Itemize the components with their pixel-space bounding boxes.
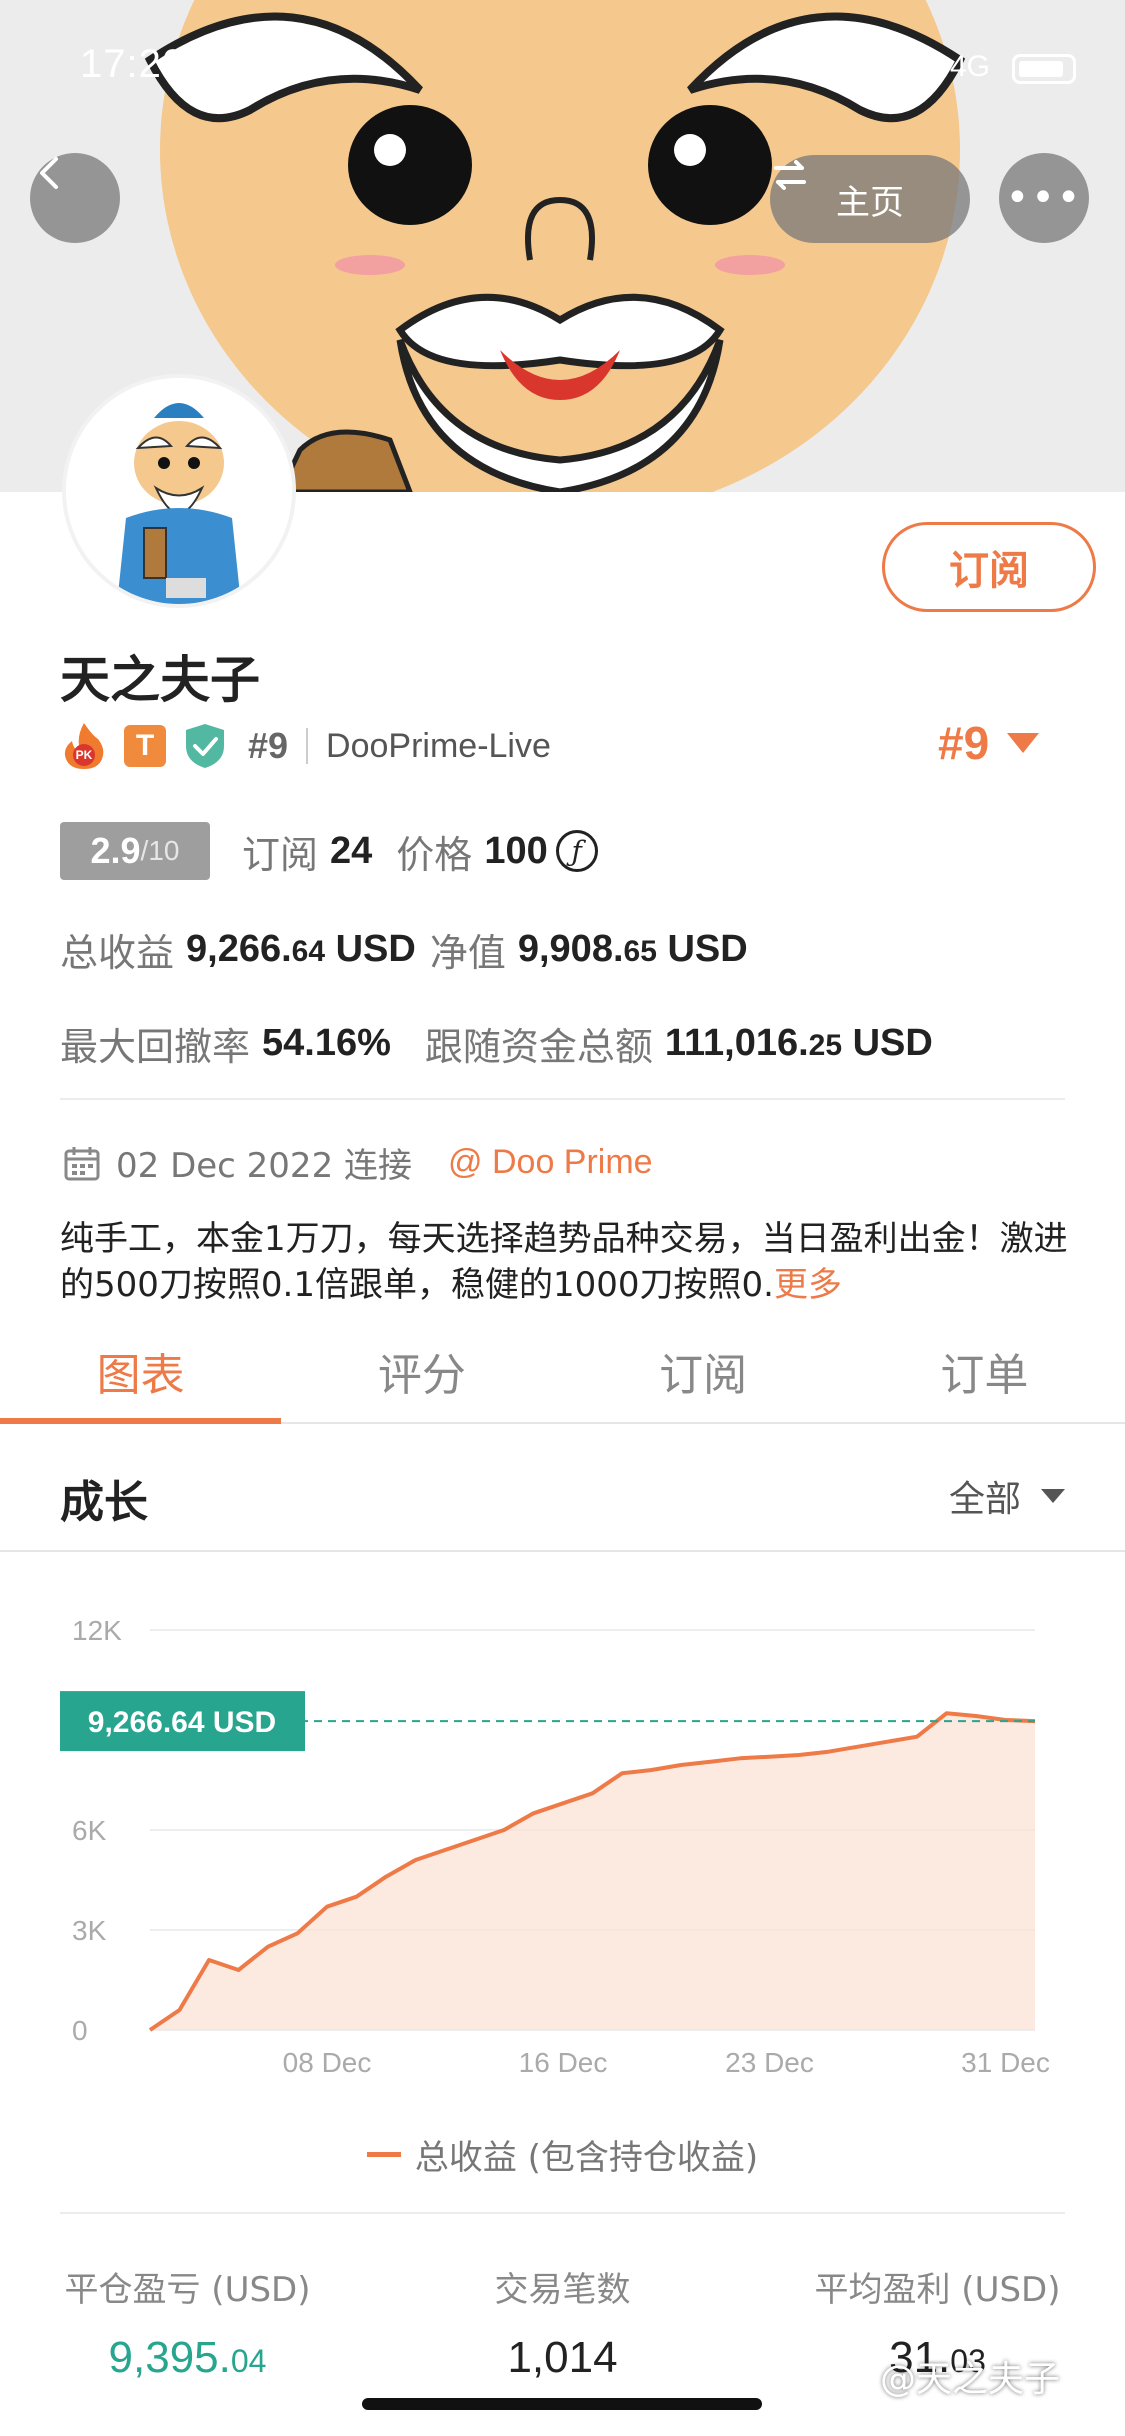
net-value-unit: USD <box>667 928 748 970</box>
follow-funds-dec: 25 <box>808 1029 843 1062</box>
max-drawdown-label: 最大回撤率 <box>60 1025 251 1069</box>
total-profit-label: 总收益 <box>60 931 175 975</box>
price-label: 价格 <box>396 832 473 877</box>
score-row: 2.9/10 订阅 24 价格 100 ƒ <box>60 822 598 880</box>
growth-section-header: 成长 全部 <box>0 1426 1125 1552</box>
username: 天之夫子 <box>60 651 260 709</box>
follow-funds-int: 111,016. <box>664 1022 809 1064</box>
svg-text:PK: PK <box>76 748 93 762</box>
back-button[interactable] <box>30 153 120 243</box>
summary-value: 9,395.04 <box>109 2333 267 2383</box>
rank-label: #9 <box>248 725 289 766</box>
badge-row: PK T #9 DooPrime-Live <box>62 718 551 774</box>
tab-chart[interactable]: 图表 <box>0 1320 282 1424</box>
y-tick-label: 12K <box>72 1615 122 1646</box>
score-value: 2.9 <box>90 830 141 871</box>
tab-rating[interactable]: 评分 <box>281 1320 562 1422</box>
profit-row: 总收益 9,266.64 USD 净值 9,908.65 USD <box>60 922 762 977</box>
range-filter-label: 全部 <box>948 1479 1021 1520</box>
rank-dropdown[interactable]: #9 <box>938 716 1040 770</box>
price-value: 100 <box>484 829 548 872</box>
follow-funds-value: 111,016.25 USD <box>665 1022 933 1065</box>
signal-icon <box>880 56 936 80</box>
series-area <box>150 1713 1035 2030</box>
tab-bar: 图表 评分 订阅 订单 <box>0 1320 1125 1424</box>
summary-value: 1,014 <box>507 2333 617 2383</box>
home-label: 主页 <box>836 182 904 223</box>
follow-funds-unit: USD <box>852 1022 933 1064</box>
summary-label: 平均盈利 (USD) <box>814 2270 1061 2310</box>
legend-label: 总收益 (包含持仓收益) <box>414 2138 759 2178</box>
score-denominator: /10 <box>140 835 180 866</box>
subscribe-button[interactable]: 订阅 <box>882 522 1096 612</box>
current-value-label: 9,266.64 USD <box>88 1706 276 1739</box>
swap-arrows-icon <box>774 160 806 190</box>
total-profit-dec: 64 <box>291 935 326 968</box>
avatar-cartoon-image <box>66 378 292 604</box>
divider <box>60 2212 1065 2214</box>
status-time: 17:20 <box>80 42 186 86</box>
more-button[interactable]: ••• <box>999 153 1089 243</box>
x-tick-label: 08 Dec <box>283 2047 372 2078</box>
net-value-int: 9,908. <box>517 928 624 970</box>
connect-date: 02 Dec 2022 连接 <box>116 1146 413 1186</box>
chevron-left-icon <box>40 157 58 189</box>
avatar[interactable] <box>62 374 296 608</box>
triangle-down-icon <box>1007 733 1040 753</box>
tab-orders[interactable]: 订单 <box>844 1320 1125 1422</box>
x-tick-label: 23 Dec <box>725 2047 814 2078</box>
drawdown-row: 最大回撤率 54.16% 跟随资金总额 111,016.25 USD <box>60 1016 947 1071</box>
strategy-description: 纯手工，本金1万刀，每天选择趋势品种交易，当日盈利出金！激进的500刀按照0.1… <box>60 1216 1070 1308</box>
y-tick-label: 6K <box>72 1815 107 1846</box>
net-value-dec: 65 <box>623 935 657 968</box>
divider <box>60 1098 1065 1100</box>
connection-row: 02 Dec 2022 连接 @ Doo Prime <box>62 1138 653 1187</box>
x-tick-label: 31 Dec <box>961 2047 1050 2078</box>
home-button[interactable]: 主页 <box>770 155 970 243</box>
follow-funds-label: 跟随资金总额 <box>424 1025 653 1069</box>
battery-icon <box>1012 54 1076 84</box>
total-profit-value: 9,266.64 USD <box>186 928 416 971</box>
subscribe-count-label: 订阅 <box>242 832 319 877</box>
broker-link[interactable]: @ Doo Prime <box>448 1143 653 1182</box>
summary-label: 交易笔数 <box>494 2270 631 2310</box>
more-link[interactable]: 更多 <box>774 1265 842 1305</box>
summary-closed-pnl: 平仓盈亏 (USD) 9,395.04 <box>0 2262 375 2383</box>
summary-value-dec: 04 <box>230 2343 267 2379</box>
network-type: 4G <box>950 50 991 83</box>
pk-fire-icon: PK <box>64 723 104 769</box>
more-dots-icon: ••• <box>1005 175 1083 221</box>
coin-icon: ƒ <box>555 830 598 872</box>
y-tick-label: 0 <box>72 2015 88 2046</box>
max-drawdown-value: 54.16% <box>262 1022 391 1064</box>
range-filter-dropdown[interactable]: 全部 <box>949 1470 1065 1522</box>
trader-badge: T <box>124 725 166 767</box>
broker-name: DooPrime-Live <box>326 726 551 765</box>
summary-label: 平仓盈亏 (USD) <box>64 2270 311 2310</box>
summary-value-int: 1,014 <box>507 2333 618 2382</box>
x-tick-label: 16 Dec <box>519 2047 608 2078</box>
verified-shield-icon <box>186 724 224 768</box>
tab-subscription[interactable]: 订阅 <box>563 1320 844 1422</box>
chart-legend: 总收益 (包含持仓收益) <box>0 2130 1125 2179</box>
y-tick-label: 3K <box>72 1915 107 1946</box>
legend-swatch <box>366 2152 401 2157</box>
growth-chart: 0 3K 6K 12K 08 Dec 16 Dec 23 Dec 31 Dec 9,266.64… <box>60 1615 1050 2078</box>
net-value-label: 净值 <box>429 931 506 975</box>
watermark: @天之夫子 <box>880 2359 1061 2400</box>
home-indicator[interactable] <box>362 2398 762 2410</box>
total-profit-int: 9,266. <box>186 928 292 970</box>
rank-value: #9 <box>938 717 990 769</box>
badge-separator <box>306 728 309 764</box>
total-profit-unit: USD <box>335 928 416 970</box>
net-value: 9,908.65 USD <box>518 928 748 971</box>
triangle-down-icon <box>1041 1489 1065 1503</box>
score-badge: 2.9/10 <box>60 822 210 880</box>
summary-value-int: 9,395. <box>108 2333 231 2382</box>
description-text: 纯手工，本金1万刀，每天选择趋势品种交易，当日盈利出金！激进的500刀按照0.1… <box>60 1219 1068 1305</box>
calendar-icon <box>64 1146 100 1180</box>
section-title: 成长 <box>60 1477 148 1528</box>
subscribe-count: 24 <box>330 829 373 872</box>
summary-trade-count: 交易笔数 1,014 <box>375 2262 750 2383</box>
